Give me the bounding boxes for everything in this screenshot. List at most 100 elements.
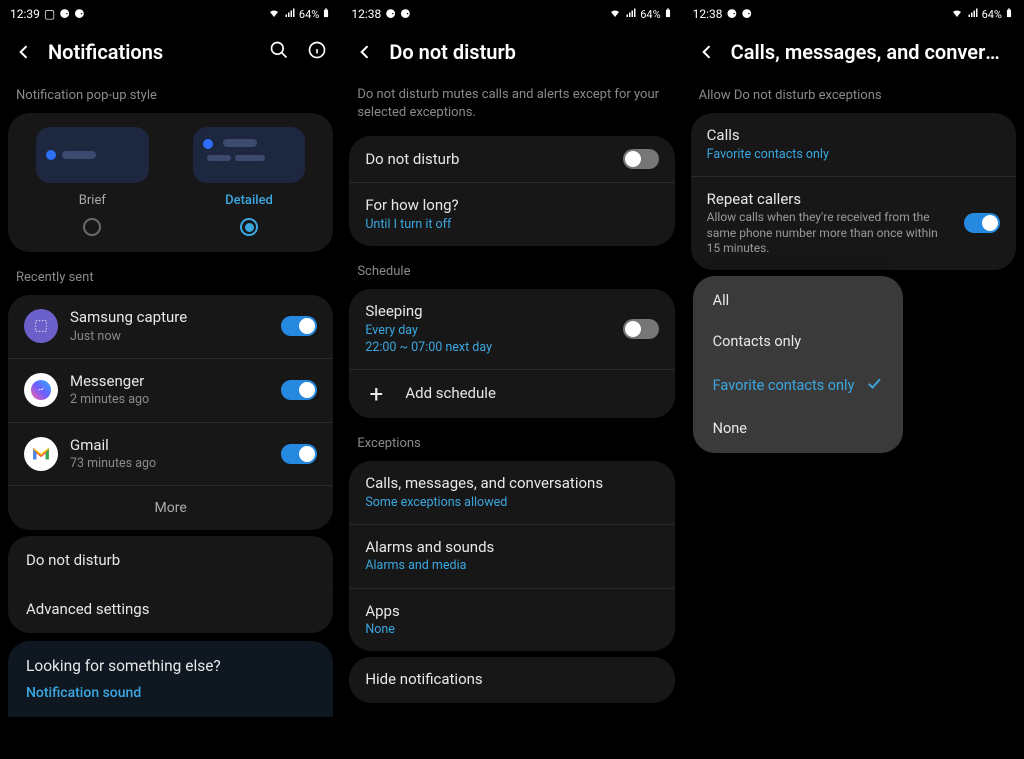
battery-icon xyxy=(663,6,673,23)
app-time: 2 minutes ago xyxy=(70,392,269,408)
sleeping-sub1: Every day xyxy=(365,323,610,339)
wifi-icon xyxy=(950,7,964,22)
chat-status-icon: ⚈ xyxy=(74,7,85,21)
exceptions-card: Calls, messages, and conversations Some … xyxy=(349,461,674,651)
gmail-toggle[interactable] xyxy=(281,444,317,464)
dnd-row-title: Do not disturb xyxy=(365,150,610,170)
brief-radio[interactable] xyxy=(83,218,101,236)
apps-row[interactable]: Apps None xyxy=(349,589,674,652)
status-right: 64% xyxy=(950,6,1014,23)
search-icon[interactable] xyxy=(269,40,289,64)
popup-option-all[interactable]: All xyxy=(693,280,903,321)
wifi-icon xyxy=(267,7,281,22)
gallery-icon: ▢ xyxy=(44,7,55,21)
calls-sub: Favorite contacts only xyxy=(707,147,1000,163)
page-title: Do not disturb xyxy=(389,40,668,64)
repeat-sub: Allow calls when they're received from t… xyxy=(707,210,952,257)
chat-status-icon: ⚈ xyxy=(741,7,752,21)
dnd-link[interactable]: Do not disturb xyxy=(8,536,333,585)
status-left: 12:38 ⚈ ⚈ xyxy=(351,7,410,21)
popup-none-label: None xyxy=(713,420,747,437)
pane-dnd: 12:38 ⚈ ⚈ 64% Do not disturb Do not dist… xyxy=(341,0,682,759)
messenger-toggle[interactable] xyxy=(281,380,317,400)
app-row-gmail[interactable]: Gmail 73 minutes ago xyxy=(8,423,333,487)
calls-row[interactable]: Calls Favorite contacts only xyxy=(691,113,1016,177)
pane-calls-messages: 12:38 ⚈ ⚈ 64% Calls, messages, and conve… xyxy=(683,0,1024,759)
app-row-samsung-capture[interactable]: Samsung capture Just now xyxy=(8,295,333,359)
back-button[interactable] xyxy=(14,42,34,62)
app-name: Samsung capture xyxy=(70,308,269,328)
status-time: 12:38 xyxy=(351,7,381,21)
repeat-callers-row[interactable]: Repeat callers Allow calls when they're … xyxy=(691,177,1016,270)
status-bar: 12:38 ⚈ ⚈ 64% xyxy=(683,0,1024,28)
popstyle-section-label: Notification pop-up style xyxy=(0,76,341,107)
check-icon xyxy=(865,374,883,396)
hide-notifications-label: Hide notifications xyxy=(365,670,482,690)
app-name: Gmail xyxy=(70,436,269,456)
dnd-toggle-row[interactable]: Do not disturb xyxy=(349,136,674,183)
hide-notifications-row[interactable]: Hide notifications xyxy=(349,657,674,703)
samsung-capture-toggle[interactable] xyxy=(281,316,317,336)
alarms-sounds-row[interactable]: Alarms and sounds Alarms and media xyxy=(349,525,674,589)
info-icon[interactable] xyxy=(307,40,327,64)
exceptions-detail-card: Calls Favorite contacts only Repeat call… xyxy=(691,113,1016,270)
dnd-description: Do not disturb mutes calls and alerts ex… xyxy=(341,76,682,122)
app-name: Messenger xyxy=(70,372,269,392)
app-row-text: Samsung capture Just now xyxy=(70,308,269,345)
popstyle-card: Brief Detailed xyxy=(8,113,333,252)
header-actions xyxy=(269,40,327,64)
battery-percent: 64% xyxy=(299,8,319,21)
messenger-icon xyxy=(24,373,58,407)
app-time: Just now xyxy=(70,329,269,345)
back-button[interactable] xyxy=(355,42,375,62)
signal-icon xyxy=(966,7,980,22)
calls-messages-row[interactable]: Calls, messages, and conversations Some … xyxy=(349,461,674,525)
page-title: Notifications xyxy=(48,40,255,64)
sleeping-toggle[interactable] xyxy=(623,319,659,339)
messenger-status-icon: ⚈ xyxy=(727,7,738,21)
for-how-long-row[interactable]: For how long? Until I turn it off xyxy=(349,183,674,246)
pane-notifications: 12:39 ▢ ⚈ ⚈ 64% Notifications xyxy=(0,0,341,759)
status-left: 12:39 ▢ ⚈ ⚈ xyxy=(10,7,85,21)
add-schedule-label: Add schedule xyxy=(405,384,496,404)
add-schedule-row[interactable]: + Add schedule xyxy=(349,370,674,418)
for-how-long-title: For how long? xyxy=(365,196,658,216)
app-row-messenger[interactable]: Messenger 2 minutes ago xyxy=(8,359,333,423)
wifi-icon xyxy=(608,7,622,22)
gmail-icon xyxy=(24,437,58,471)
notification-sound-link[interactable]: Notification sound xyxy=(26,685,315,701)
detailed-radio[interactable] xyxy=(240,218,258,236)
repeat-title: Repeat callers xyxy=(707,190,952,210)
dnd-main-card: Do not disturb For how long? Until I tur… xyxy=(349,136,674,246)
battery-percent: 64% xyxy=(982,8,1002,21)
advanced-settings-link[interactable]: Advanced settings xyxy=(8,585,333,633)
messenger-status-icon: ⚈ xyxy=(59,7,70,21)
dnd-toggle[interactable] xyxy=(623,149,659,169)
popup-all-label: All xyxy=(713,292,730,309)
signal-icon xyxy=(283,7,297,22)
hide-notifications-card: Hide notifications xyxy=(349,657,674,703)
battery-icon xyxy=(321,6,331,23)
popstyle-detailed-option[interactable]: Detailed xyxy=(175,127,324,236)
popup-option-favorite[interactable]: Favorite contacts only xyxy=(693,362,903,408)
header: Calls, messages, and conversa… xyxy=(683,28,1024,76)
status-time: 12:39 xyxy=(10,7,40,21)
signal-icon xyxy=(624,7,638,22)
page-title: Calls, messages, and conversa… xyxy=(731,40,1010,64)
back-button[interactable] xyxy=(697,42,717,62)
sleeping-sub2: 22:00 ~ 07:00 next day xyxy=(365,340,610,356)
samsung-capture-icon xyxy=(24,309,58,343)
messenger-status-icon: ⚈ xyxy=(385,7,396,21)
schedule-card: Sleeping Every day 22:00 ~ 07:00 next da… xyxy=(349,289,674,418)
alarms-sub: Alarms and media xyxy=(365,558,658,574)
popup-option-none[interactable]: None xyxy=(693,408,903,449)
more-button[interactable]: More xyxy=(8,486,333,530)
recently-sent-label: Recently sent xyxy=(0,258,341,289)
alarms-title: Alarms and sounds xyxy=(365,538,658,558)
status-right: 64% xyxy=(267,6,331,23)
repeat-callers-toggle[interactable] xyxy=(964,213,1000,233)
popstyle-brief-option[interactable]: Brief xyxy=(18,127,167,236)
popup-option-contacts[interactable]: Contacts only xyxy=(693,321,903,362)
sleeping-schedule-row[interactable]: Sleeping Every day 22:00 ~ 07:00 next da… xyxy=(349,289,674,370)
status-time: 12:38 xyxy=(693,7,723,21)
